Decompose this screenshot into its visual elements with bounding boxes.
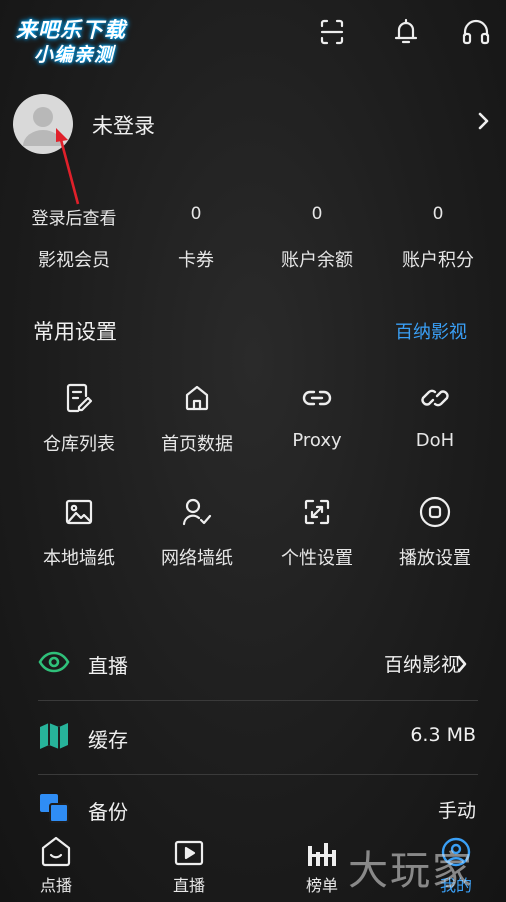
expand-icon: [256, 494, 378, 530]
edit-doc-icon: [18, 380, 140, 416]
map-icon: [38, 720, 70, 752]
section-title: 常用设置: [33, 320, 117, 344]
stat-label-balance[interactable]: 账户余额: [256, 246, 378, 272]
row-chevron-right-icon: [456, 654, 468, 678]
grid-item-home-data[interactable]: 首页数据: [136, 380, 258, 456]
grid-item-doh[interactable]: DoH: [374, 380, 496, 451]
watermark-logo: 来吧乐下载 小编亲测: [12, 14, 152, 66]
row-label: 直播: [88, 654, 128, 678]
grid-item-network-wallpaper[interactable]: 网络墙纸: [136, 494, 258, 570]
stat-value-points: 0: [432, 204, 444, 224]
grid-item-playback-settings[interactable]: 播放设置: [374, 494, 496, 570]
nav-label: 直播: [172, 876, 205, 895]
grid-item-repo-list[interactable]: 仓库列表: [18, 380, 140, 456]
section-link[interactable]: 百纳影视: [395, 318, 467, 344]
user-check-icon: [136, 494, 258, 530]
grid-label: DoH: [415, 430, 455, 451]
eye-icon: [38, 646, 70, 678]
annotation-arrow-icon: [56, 128, 80, 205]
row-label: 缓存: [88, 728, 128, 752]
link-icon: [256, 380, 378, 416]
row-live[interactable]: 直播 百纳影视: [38, 634, 478, 694]
username[interactable]: 未登录: [92, 110, 155, 140]
row-value: 手动: [437, 800, 476, 822]
row-value: 6.3 MB: [410, 724, 476, 746]
scan-icon[interactable]: [314, 14, 350, 50]
home-icon: [136, 380, 258, 416]
watermark-bottom: 大玩家: [348, 848, 474, 894]
stat-value-vip: 登录后查看: [31, 209, 117, 229]
bell-icon[interactable]: [388, 14, 424, 50]
row-label: 备份: [88, 800, 128, 824]
grid-label: 仓库列表: [43, 434, 115, 455]
grid-item-personal-settings[interactable]: 个性设置: [256, 494, 378, 570]
nav-item-live[interactable]: 直播: [149, 828, 229, 896]
stat-value-balance: 0: [311, 204, 323, 224]
grid-label: 首页数据: [161, 434, 233, 455]
divider: [38, 700, 478, 701]
grid-label: 播放设置: [399, 548, 471, 569]
stat-label-vip[interactable]: 影视会员: [13, 246, 135, 272]
profile-chevron-right-icon[interactable]: [476, 110, 490, 138]
stat-label-coupon[interactable]: 卡券: [135, 246, 257, 272]
image-icon: [18, 494, 140, 530]
headset-icon[interactable]: [458, 14, 494, 50]
grid-label: Proxy: [292, 430, 342, 451]
grid-item-proxy[interactable]: Proxy: [256, 380, 378, 451]
play-box-icon: [149, 828, 229, 868]
grid-label: 网络墙纸: [161, 548, 233, 569]
grid-item-local-wallpaper[interactable]: 本地墙纸: [18, 494, 140, 570]
row-cache[interactable]: 缓存 6.3 MB: [38, 708, 478, 768]
nav-item-vod[interactable]: 点播: [16, 828, 96, 896]
grid-label: 个性设置: [281, 548, 353, 569]
grid-label: 本地墙纸: [43, 548, 115, 569]
double-link-icon: [374, 380, 496, 416]
home-smile-icon: [16, 828, 96, 868]
copy-icon: [38, 792, 70, 824]
stat-value-coupon: 0: [190, 204, 202, 224]
watermark-line2: 小编亲测: [34, 44, 115, 66]
row-value: 百纳影视: [383, 654, 460, 676]
stop-circle-icon: [374, 494, 496, 530]
divider: [38, 774, 478, 775]
nav-label: 点播: [39, 876, 72, 895]
stat-label-points[interactable]: 账户积分: [377, 246, 499, 272]
